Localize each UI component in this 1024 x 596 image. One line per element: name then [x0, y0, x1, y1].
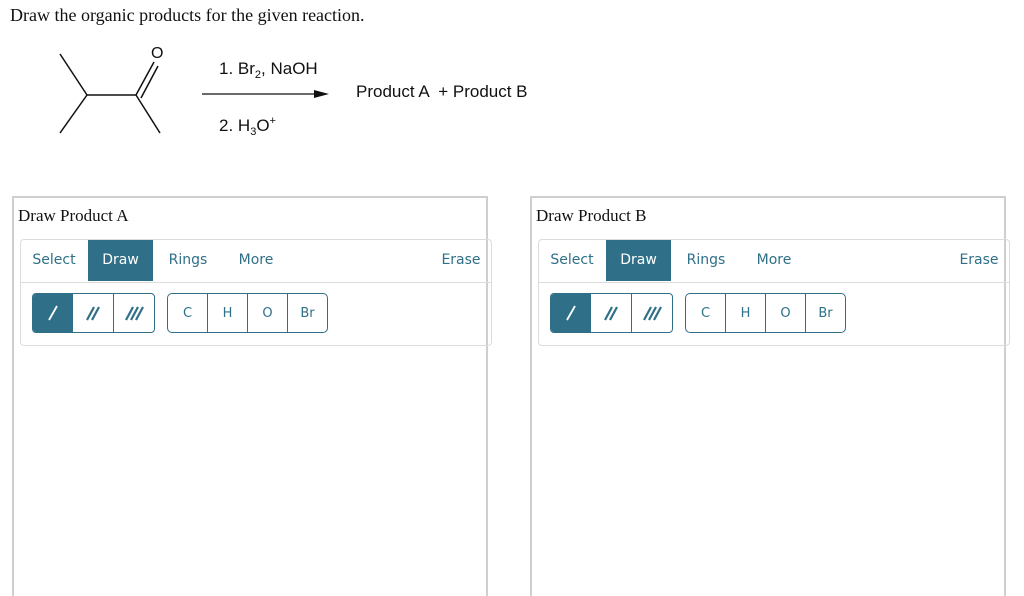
tab-more[interactable]: More	[747, 240, 801, 281]
double-bond-button[interactable]	[591, 294, 632, 332]
bond	[59, 94, 88, 134]
triple-bond-icon	[642, 306, 662, 321]
single-bond-button[interactable]	[33, 294, 74, 332]
reactant-structure: O	[59, 45, 163, 134]
draw-panel-a: Draw Product A Select Draw Rings More Er…	[12, 196, 492, 596]
erase-button[interactable]: Erase	[953, 240, 1005, 281]
single-bond-button[interactable]	[551, 294, 592, 332]
drawing-canvas[interactable]	[14, 348, 486, 596]
double-bond-button[interactable]	[73, 294, 114, 332]
atom-button-br[interactable]: Br	[288, 294, 327, 332]
tab-select[interactable]: Select	[539, 240, 605, 281]
tab-more[interactable]: More	[229, 240, 283, 281]
reagent-step-1: 1. Br2, NaOH	[219, 59, 318, 81]
atom-button-h[interactable]: H	[726, 294, 766, 332]
triple-bond-button[interactable]	[114, 294, 154, 332]
oxygen-label: O	[151, 45, 163, 62]
tab-draw[interactable]: Draw	[88, 240, 153, 281]
triple-bond-button[interactable]	[632, 294, 672, 332]
bond	[59, 53, 88, 96]
bond-selector	[550, 293, 673, 333]
products-label: Product A + Product B	[356, 82, 528, 101]
draw-panel-b: Draw Product B Select Draw Rings More Er…	[530, 196, 1010, 596]
atom-button-h[interactable]: H	[208, 294, 248, 332]
atom-button-o[interactable]: O	[248, 294, 288, 332]
toolbar-tabs: Select Draw Rings More Erase	[21, 240, 491, 283]
atom-button-c[interactable]: C	[168, 294, 208, 332]
atom-button-br[interactable]: Br	[806, 294, 845, 332]
drawing-toolbar: Select Draw Rings More Erase C H O Br	[20, 239, 492, 346]
double-bond-icon	[604, 306, 618, 321]
bond	[135, 94, 161, 134]
tab-rings[interactable]: Rings	[680, 240, 732, 281]
panel-title: Draw Product A	[18, 206, 129, 225]
tab-select[interactable]: Select	[21, 240, 87, 281]
atom-selector: C H O Br	[685, 293, 846, 333]
question-prompt: Draw the organic products for the given …	[10, 5, 365, 25]
bond-selector	[32, 293, 155, 333]
reaction-arrow	[202, 90, 329, 98]
toolbar-tabs: Select Draw Rings More Erase	[539, 240, 1009, 283]
tab-rings[interactable]: Rings	[162, 240, 214, 281]
single-bond-icon	[565, 305, 576, 321]
drawing-toolbar: Select Draw Rings More Erase C H O Br	[538, 239, 1010, 346]
atom-button-o[interactable]: O	[766, 294, 806, 332]
triple-bond-icon	[124, 306, 144, 321]
erase-button[interactable]: Erase	[435, 240, 487, 281]
atom-button-c[interactable]: C	[686, 294, 726, 332]
reagent-step-2: 2. H3O+	[219, 115, 276, 138]
drawing-canvas[interactable]	[532, 348, 1004, 596]
single-bond-icon	[47, 305, 58, 321]
panel-title: Draw Product B	[536, 206, 647, 225]
tab-draw[interactable]: Draw	[606, 240, 671, 281]
atom-selector: C H O Br	[167, 293, 328, 333]
double-bond-icon	[86, 306, 100, 321]
